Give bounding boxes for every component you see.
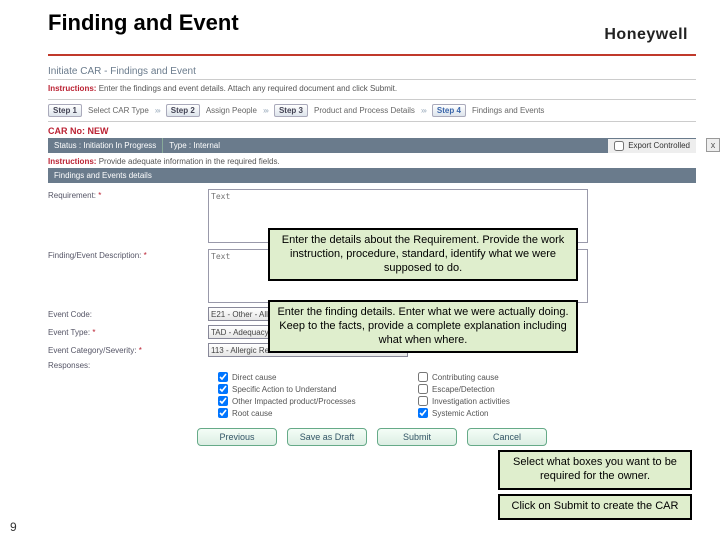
sub-instructions-text: Provide adequate information in the requ…: [99, 157, 280, 166]
requirement-label: Requirement: *: [48, 189, 198, 200]
chevron-right-icon: ›››: [421, 106, 426, 115]
cancel-button[interactable]: Cancel: [467, 428, 547, 446]
resp-escape-detection[interactable]: [418, 384, 428, 394]
step-4-badge[interactable]: Step 4: [432, 104, 466, 117]
event-cat-label: Event Category/Severity: *: [48, 346, 198, 355]
callout-requirement: Enter the details about the Requirement.…: [268, 228, 578, 281]
resp-label: Root cause: [232, 409, 272, 418]
step-2-badge[interactable]: Step 2: [166, 104, 200, 117]
resp-root-cause[interactable]: [218, 408, 228, 418]
requirement-label-text: Requirement:: [48, 191, 96, 200]
resp-direct-cause[interactable]: [218, 372, 228, 382]
event-type-label: Event Type: *: [48, 328, 198, 337]
resp-label: Systemic Action: [432, 409, 488, 418]
resp-label: Contributing cause: [432, 373, 499, 382]
event-type-label-text: Event Type:: [48, 328, 90, 337]
chevron-right-icon: ›››: [263, 106, 268, 115]
step-2-text: Assign People: [206, 106, 257, 115]
resp-other-impacted[interactable]: [218, 396, 228, 406]
resp-label: Investigation activities: [432, 397, 510, 406]
step-3-badge[interactable]: Step 3: [274, 104, 308, 117]
resp-label: Escape/Detection: [432, 385, 495, 394]
page-title: Finding and Event: [48, 10, 239, 36]
resp-specific-action[interactable]: [218, 384, 228, 394]
car-number: CAR No: NEW: [48, 126, 696, 136]
callout-submit: Click on Submit to create the CAR: [498, 494, 692, 520]
responses-section: Responses: Direct cause Contributing cau…: [48, 361, 696, 418]
callout-responses: Select what boxes you want to be require…: [498, 450, 692, 490]
resp-label: Specific Action to Understand: [232, 385, 337, 394]
previous-button[interactable]: Previous: [197, 428, 277, 446]
event-code-value: E21 - Other - All: [211, 310, 268, 319]
step-3-text: Product and Process Details: [314, 106, 415, 115]
instructions-text: Enter the findings and event details. At…: [99, 84, 397, 93]
event-cat-label-text: Event Category/Severity:: [48, 346, 136, 355]
export-controlled[interactable]: Export Controlled: [608, 139, 696, 153]
export-label: Export Controlled: [628, 141, 690, 150]
resp-investigation[interactable]: [418, 396, 428, 406]
chevron-right-icon: ›››: [155, 106, 160, 115]
resp-label: Other Impacted product/Processes: [232, 397, 356, 406]
finding-label-text: Finding/Event Description:: [48, 251, 141, 260]
step-1-text: Select CAR Type: [88, 106, 149, 115]
finding-label: Finding/Event Description: *: [48, 249, 198, 260]
sub-instructions: Instructions: Provide adequate informati…: [48, 157, 696, 166]
instructions-label: Instructions:: [48, 84, 96, 93]
close-icon[interactable]: x: [706, 138, 720, 152]
resp-contributing-cause[interactable]: [418, 372, 428, 382]
button-bar: Previous Save as Draft Submit Cancel: [48, 428, 696, 446]
save-draft-button[interactable]: Save as Draft: [287, 428, 367, 446]
instructions-row: Instructions: Enter the findings and eve…: [48, 84, 696, 93]
status-label: Status :: [54, 141, 81, 150]
resp-systemic-action[interactable]: [418, 408, 428, 418]
sub-instructions-label: Instructions:: [48, 157, 96, 166]
type-value: Internal: [193, 141, 220, 150]
step-1-badge[interactable]: Step 1: [48, 104, 82, 117]
responses-label: Responses:: [48, 361, 696, 370]
status-value: Initiation In Progress: [83, 141, 156, 150]
submit-button[interactable]: Submit: [377, 428, 457, 446]
wizard-steps: Step 1 Select CAR Type ››› Step 2 Assign…: [48, 99, 696, 122]
callout-finding: Enter the finding details. Enter what we…: [268, 300, 578, 353]
step-4-text: Findings and Events: [472, 106, 545, 115]
export-checkbox[interactable]: [614, 141, 624, 151]
type-label: Type :: [169, 141, 191, 150]
brand-logo: Honeywell: [604, 26, 688, 44]
breadcrumb: Initiate CAR - Findings and Event: [48, 66, 196, 77]
resp-label: Direct cause: [232, 373, 276, 382]
page-number: 9: [10, 520, 17, 534]
section-header: Findings and Events details: [48, 168, 696, 183]
event-code-label: Event Code:: [48, 310, 198, 319]
status-bar: Status : Initiation In Progress Type : I…: [48, 138, 696, 153]
divider: [48, 54, 696, 56]
